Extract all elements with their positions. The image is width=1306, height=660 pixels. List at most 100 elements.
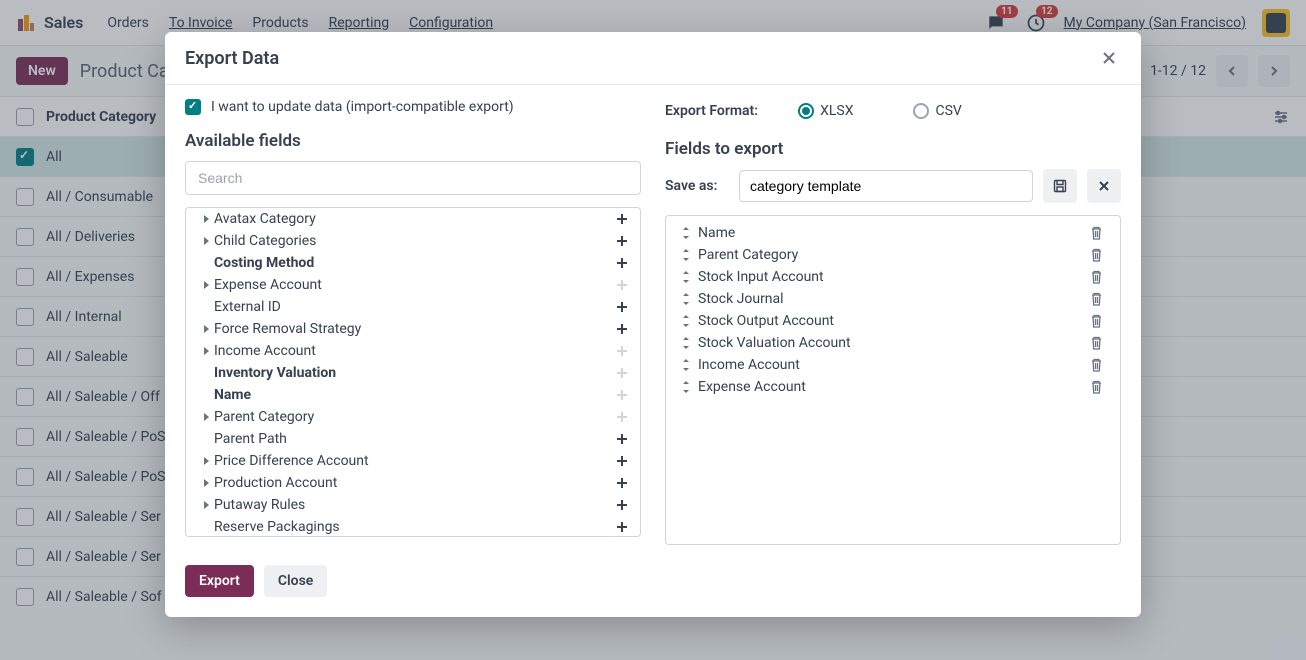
add-field-button[interactable] (614, 343, 630, 359)
fields-search-input[interactable] (185, 161, 641, 195)
drag-handle-icon[interactable] (682, 271, 690, 283)
export-field-label: Stock Valuation Account (698, 335, 851, 351)
export-field-label: Expense Account (698, 379, 806, 395)
available-field-row[interactable]: Putaway Rules (186, 494, 640, 516)
available-field-row[interactable]: Child Categories (186, 230, 640, 252)
fields-to-export-title: Fields to export (665, 139, 1121, 159)
remove-field-button[interactable] (1090, 314, 1104, 328)
template-name-input[interactable] (739, 170, 1033, 202)
remove-field-button[interactable] (1090, 380, 1104, 394)
drag-handle-icon[interactable] (682, 381, 690, 393)
import-compatible-checkbox-row[interactable]: I want to update data (import-compatible… (185, 99, 641, 115)
expand-caret-icon[interactable] (200, 500, 214, 510)
add-field-button[interactable] (614, 497, 630, 513)
available-field-row[interactable]: Force Removal Strategy (186, 318, 640, 340)
radio-csv[interactable]: CSV (913, 103, 961, 119)
radio-xlsx[interactable]: XLSX (798, 103, 853, 119)
drag-handle-icon[interactable] (682, 337, 690, 349)
remove-field-button[interactable] (1090, 336, 1104, 350)
export-field-row[interactable]: Income Account (670, 354, 1116, 376)
drag-handle-icon[interactable] (682, 315, 690, 327)
field-label: Parent Path (214, 431, 614, 447)
field-label: Putaway Rules (214, 497, 614, 513)
available-field-row[interactable]: Production Account (186, 472, 640, 494)
expand-caret-icon[interactable] (200, 478, 214, 488)
expand-caret-icon[interactable] (200, 324, 214, 334)
export-format-radio-group: XLSX CSV (798, 103, 962, 119)
close-button[interactable]: Close (264, 565, 327, 597)
add-field-button[interactable] (614, 211, 630, 227)
export-button[interactable]: Export (185, 565, 254, 597)
radio-xlsx-label: XLSX (820, 103, 853, 119)
field-label: Child Categories (214, 233, 614, 249)
expand-caret-icon[interactable] (200, 236, 214, 246)
add-field-button[interactable] (614, 299, 630, 315)
add-field-button[interactable] (614, 233, 630, 249)
available-fields-list[interactable]: Avatax Category Child Categories >Costing … (185, 207, 641, 537)
available-field-row[interactable]: Expense Account (186, 274, 640, 296)
save-template-button[interactable] (1043, 169, 1077, 203)
radio-xlsx-button[interactable] (798, 103, 814, 119)
export-field-row[interactable]: Parent Category (670, 244, 1116, 266)
available-field-row[interactable]: Price Difference Account (186, 450, 640, 472)
expand-caret-icon[interactable] (200, 214, 214, 224)
drag-handle-icon[interactable] (682, 293, 690, 305)
add-field-button[interactable] (614, 255, 630, 271)
available-field-row[interactable]: >External ID (186, 296, 640, 318)
add-field-button[interactable] (614, 431, 630, 447)
add-field-button[interactable] (614, 365, 630, 381)
remove-field-button[interactable] (1090, 292, 1104, 306)
add-field-button[interactable] (614, 321, 630, 337)
expand-caret-icon[interactable] (200, 280, 214, 290)
export-field-row[interactable]: Stock Valuation Account (670, 332, 1116, 354)
available-field-row[interactable]: Income Account (186, 340, 640, 362)
drag-handle-icon[interactable] (682, 227, 690, 239)
available-field-row[interactable]: Parent Category (186, 406, 640, 428)
field-label: Name (214, 387, 614, 403)
modal-title: Export Data (185, 48, 279, 69)
add-field-button[interactable] (614, 277, 630, 293)
available-field-row[interactable]: Avatax Category (186, 208, 640, 230)
available-field-row[interactable]: >Costing Method (186, 252, 640, 274)
export-field-row[interactable]: Stock Output Account (670, 310, 1116, 332)
add-field-button[interactable] (614, 519, 630, 535)
export-field-row[interactable]: Expense Account (670, 376, 1116, 398)
drag-handle-icon[interactable] (682, 359, 690, 371)
field-label: Avatax Category (214, 211, 614, 227)
remove-field-button[interactable] (1090, 270, 1104, 284)
fields-to-export-list[interactable]: NameParent CategoryStock Input AccountSt… (665, 215, 1121, 545)
drag-handle-icon[interactable] (682, 249, 690, 261)
add-field-button[interactable] (614, 387, 630, 403)
field-label: Costing Method (214, 255, 614, 271)
expand-caret-icon[interactable] (200, 456, 214, 466)
radio-csv-button[interactable] (913, 103, 929, 119)
available-field-row[interactable]: >Name (186, 384, 640, 406)
add-field-button[interactable] (614, 475, 630, 491)
add-field-button[interactable] (614, 453, 630, 469)
import-compatible-label: I want to update data (import-compatible… (211, 99, 514, 115)
add-field-button[interactable] (614, 409, 630, 425)
remove-field-button[interactable] (1090, 358, 1104, 372)
export-field-label: Name (698, 225, 735, 241)
remove-field-button[interactable] (1090, 248, 1104, 262)
remove-field-button[interactable] (1090, 226, 1104, 240)
expand-caret-icon[interactable] (200, 412, 214, 422)
available-field-row[interactable]: >Parent Path (186, 428, 640, 450)
modal-close-button[interactable] (1097, 46, 1121, 70)
expand-caret-icon[interactable] (200, 346, 214, 356)
save-as-label: Save as: (665, 178, 729, 194)
available-field-row[interactable]: >Reserve Packagings (186, 516, 640, 537)
field-label: Expense Account (214, 277, 614, 293)
field-label: Production Account (214, 475, 614, 491)
modal-header: Export Data (165, 32, 1141, 85)
import-compatible-checkbox[interactable] (185, 99, 201, 115)
export-field-row[interactable]: Name (670, 222, 1116, 244)
export-field-label: Stock Output Account (698, 313, 834, 329)
delete-template-button[interactable] (1087, 169, 1121, 203)
export-field-row[interactable]: Stock Input Account (670, 266, 1116, 288)
field-label: Inventory Valuation (214, 365, 614, 381)
available-fields-title: Available fields (185, 131, 641, 151)
field-label: Force Removal Strategy (214, 321, 614, 337)
export-field-row[interactable]: Stock Journal (670, 288, 1116, 310)
available-field-row[interactable]: >Inventory Valuation (186, 362, 640, 384)
